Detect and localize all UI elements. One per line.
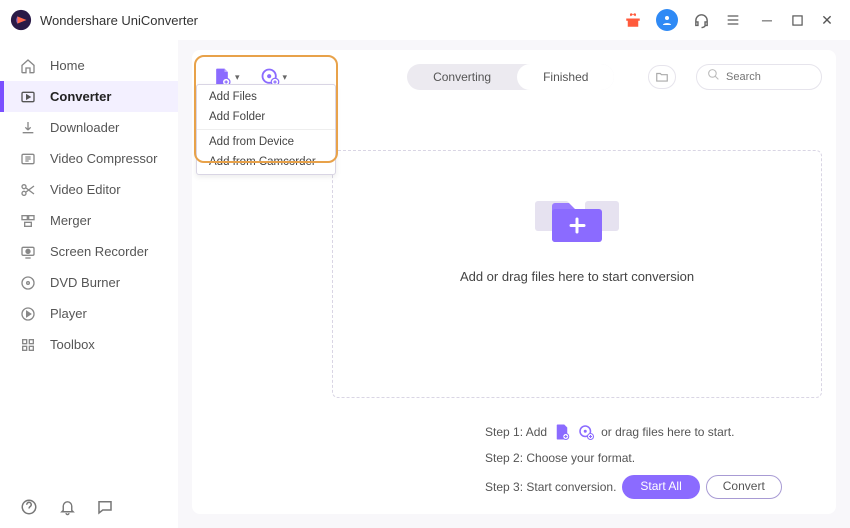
chevron-down-icon: ▾ (283, 72, 288, 83)
disc-icon (20, 275, 36, 291)
add-dropdown: Add Files Add Folder Add from Device Add… (196, 84, 336, 175)
step-2-text: Step 2: Choose your format. (485, 451, 635, 465)
chevron-down-icon: ▾ (235, 72, 240, 83)
bell-icon[interactable] (58, 498, 76, 516)
sidebar-item-editor[interactable]: Video Editor (0, 174, 178, 205)
minimize-icon[interactable]: ─ (760, 13, 774, 27)
step-1-suffix: or drag files here to start. (601, 425, 734, 439)
search-box[interactable] (696, 64, 822, 90)
sidebar-item-label: Home (50, 58, 85, 73)
sidebar-item-label: Toolbox (50, 337, 95, 352)
step-1-prefix: Step 1: Add (485, 425, 547, 439)
sidebar-item-recorder[interactable]: Screen Recorder (0, 236, 178, 267)
close-icon[interactable]: ✕ (820, 13, 834, 27)
sidebar-item-label: DVD Burner (50, 275, 120, 290)
app-title: Wondershare UniConverter (40, 13, 198, 28)
sidebar-item-converter[interactable]: Converter (0, 81, 178, 112)
convert-button[interactable]: Convert (706, 475, 782, 499)
search-input[interactable] (726, 71, 806, 83)
sidebar-item-label: Screen Recorder (50, 244, 148, 259)
sidebar-item-label: Downloader (50, 120, 119, 135)
maximize-icon[interactable] (790, 15, 804, 26)
sidebar-item-label: Video Editor (50, 182, 121, 197)
sidebar-item-toolbox[interactable]: Toolbox (0, 329, 178, 360)
scissors-icon (20, 182, 36, 198)
chat-icon[interactable] (96, 498, 114, 516)
open-folder-button[interactable] (648, 65, 676, 89)
sidebar-item-label: Player (50, 306, 87, 321)
start-all-button[interactable]: Start All (622, 475, 699, 499)
gift-icon[interactable] (624, 11, 642, 29)
main-panel: ▾ ▾ Converting Finished (192, 50, 836, 514)
add-file-mini-icon (553, 423, 571, 441)
step-1: Step 1: Add or drag files here to start. (485, 423, 795, 441)
step-3-text: Step 3: Start conversion. (485, 480, 616, 494)
tab-finished[interactable]: Finished (517, 64, 614, 90)
sidebar-item-dvd[interactable]: DVD Burner (0, 267, 178, 298)
converter-icon (20, 89, 36, 105)
dropdown-add-folder[interactable]: Add Folder (197, 107, 335, 127)
record-icon (20, 244, 36, 260)
sidebar-item-player[interactable]: Player (0, 298, 178, 329)
add-source-mini-icon (577, 423, 595, 441)
headset-icon[interactable] (692, 11, 710, 29)
app-logo (10, 9, 32, 31)
grid-icon (20, 337, 36, 353)
sidebar: Home Converter Downloader Video Compress… (0, 40, 178, 528)
sidebar-item-label: Converter (50, 89, 111, 104)
user-avatar-icon[interactable] (656, 9, 678, 31)
step-3: Step 3: Start conversion. Start All Conv… (485, 475, 795, 499)
dropdown-add-device[interactable]: Add from Device (197, 132, 335, 152)
hamburger-icon[interactable] (724, 11, 742, 29)
help-icon[interactable] (20, 498, 38, 516)
sidebar-item-label: Merger (50, 213, 91, 228)
sidebar-item-compressor[interactable]: Video Compressor (0, 143, 178, 174)
compress-icon (20, 151, 36, 167)
search-icon (707, 68, 720, 86)
dropzone-text: Add or drag files here to start conversi… (460, 269, 694, 284)
merge-icon (20, 213, 36, 229)
home-icon (20, 58, 36, 74)
status-tabs: Converting Finished (407, 64, 614, 90)
step-2: Step 2: Choose your format. (485, 451, 795, 465)
tab-converting[interactable]: Converting (407, 64, 517, 90)
download-icon (20, 120, 36, 136)
dropdown-add-camcorder[interactable]: Add from Camcorder (197, 152, 335, 172)
play-icon (20, 306, 36, 322)
dropdown-add-files[interactable]: Add Files (197, 87, 335, 107)
folder-plus-illustration-icon (517, 179, 637, 259)
sidebar-item-home[interactable]: Home (0, 50, 178, 81)
sidebar-item-merger[interactable]: Merger (0, 205, 178, 236)
sidebar-item-label: Video Compressor (50, 151, 157, 166)
dropzone[interactable]: Add or drag files here to start conversi… (332, 150, 822, 398)
titlebar: Wondershare UniConverter ─ ✕ (0, 0, 850, 40)
sidebar-item-downloader[interactable]: Downloader (0, 112, 178, 143)
